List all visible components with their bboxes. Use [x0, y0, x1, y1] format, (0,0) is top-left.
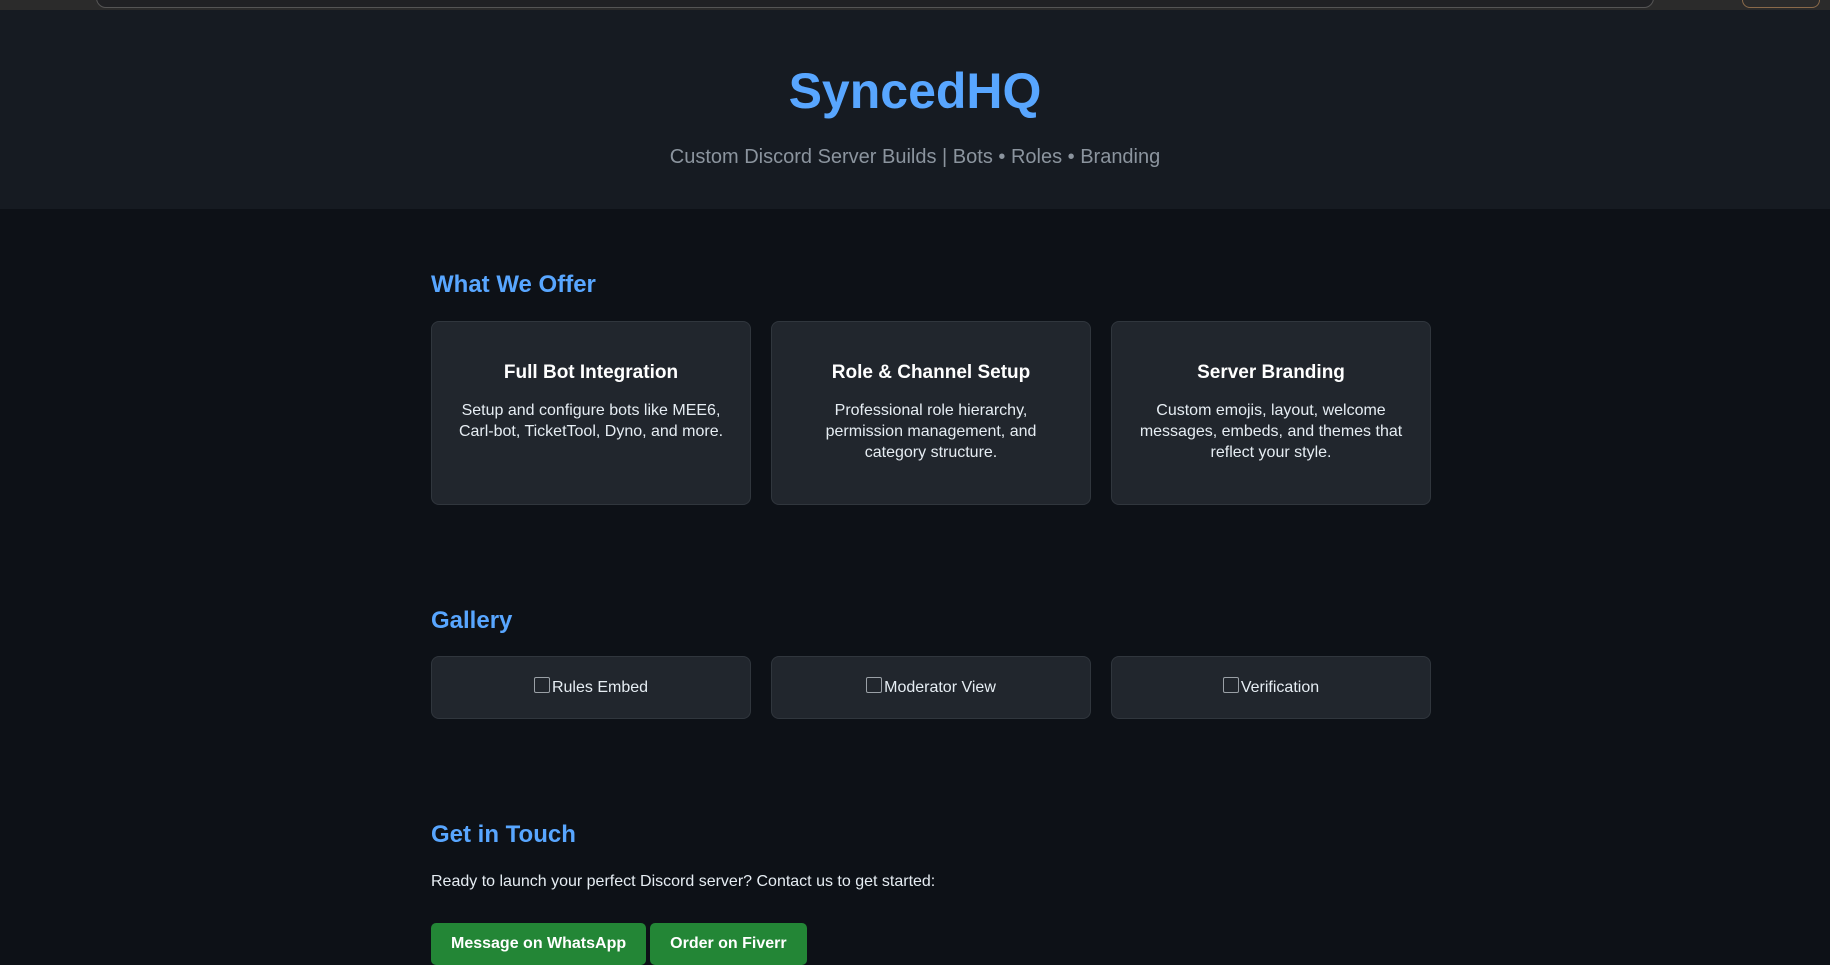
- contact-text: Ready to launch your perfect Discord ser…: [431, 873, 936, 890]
- broken-image-icon: [533, 676, 550, 693]
- gallery-item: Verification: [1111, 656, 1431, 719]
- gallery-image: Verification: [1222, 676, 1320, 697]
- gallery-image-alt: Moderator View: [884, 678, 996, 696]
- gallery-list: Rules Embed Moderator View Verification: [431, 656, 1431, 719]
- broken-image-icon: [1222, 676, 1239, 693]
- gallery-image: Rules Embed: [533, 676, 649, 697]
- gallery-image: Moderator View: [866, 676, 996, 697]
- gallery-image-alt: Verification: [1240, 678, 1320, 696]
- offer-card-title: Full Bot Integration: [503, 362, 679, 383]
- broken-image-icon: [866, 676, 883, 693]
- offer-card-description: Custom emojis, layout, welcome messages,…: [1139, 402, 1403, 461]
- offer-card-bot-integration: Full Bot Integration Setup and configure…: [431, 321, 751, 505]
- site-tagline: Custom Discord Server Builds | Bots • Ro…: [669, 146, 1161, 168]
- contact-heading: Get in Touch: [431, 821, 576, 848]
- offer-card-role-channel: Role & Channel Setup Professional role h…: [771, 321, 1091, 505]
- browser-corner-button[interactable]: [1742, 0, 1820, 8]
- site-title: SyncedHQ: [788, 63, 1042, 119]
- site-header: SyncedHQ Custom Discord Server Builds | …: [0, 10, 1830, 209]
- address-bar[interactable]: [96, 0, 1654, 8]
- gallery-item: Rules Embed: [431, 656, 751, 719]
- offer-card-title: Server Branding: [1197, 362, 1345, 383]
- gallery-item: Moderator View: [771, 656, 1091, 719]
- offer-heading: What We Offer: [431, 271, 596, 298]
- offer-card-branding: Server Branding Custom emojis, layout, w…: [1111, 321, 1431, 505]
- gallery-image-alt: Rules Embed: [551, 678, 649, 696]
- fiverr-button[interactable]: Order on Fiverr: [650, 923, 807, 965]
- whatsapp-button[interactable]: Message on WhatsApp: [431, 923, 647, 965]
- offer-card-description: Setup and configure bots like MEE6, Carl…: [458, 402, 724, 440]
- offer-card-list: Full Bot Integration Setup and configure…: [431, 321, 1431, 505]
- offer-card-title: Role & Channel Setup: [831, 362, 1031, 383]
- browser-chrome-strip: [0, 0, 1830, 10]
- contact-button-row: Message on WhatsApp Order on Fiverr: [431, 923, 807, 965]
- offer-card-description: Professional role hierarchy, permission …: [825, 402, 1037, 461]
- gallery-heading: Gallery: [431, 607, 513, 634]
